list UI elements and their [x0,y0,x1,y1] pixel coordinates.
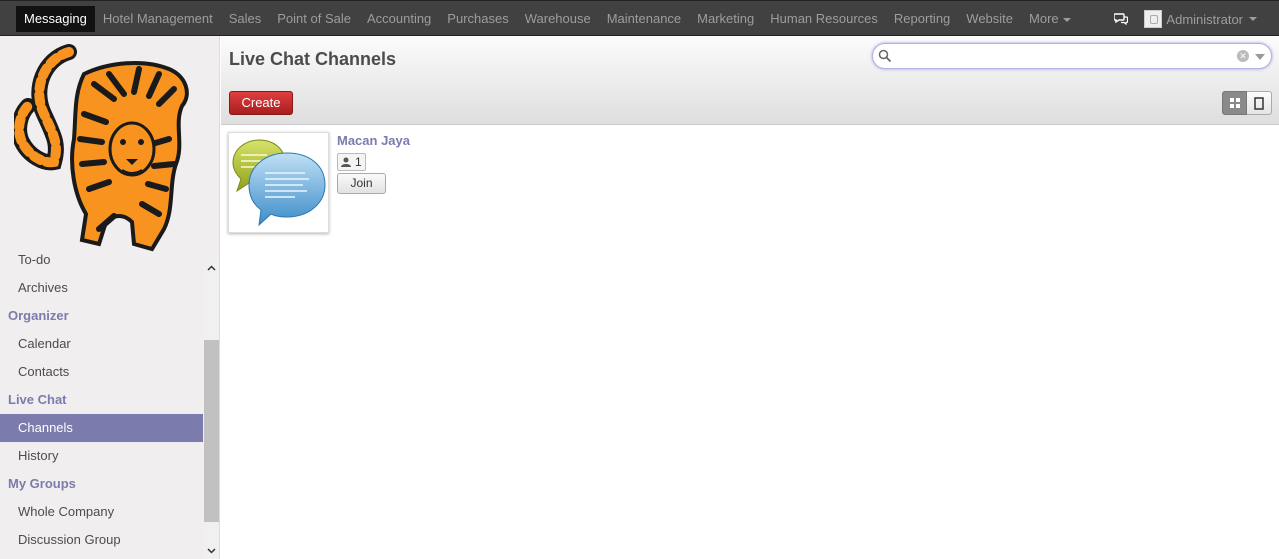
search-box[interactable]: ✕ [872,43,1272,69]
menu-item-messaging[interactable]: Messaging [16,6,95,32]
chat-bubbles-icon[interactable] [1108,6,1134,32]
sidebar-heading-live-chat: Live Chat [8,392,67,407]
top-navbar: Messaging Hotel Management Sales Point o… [0,0,1279,36]
page-title: Live Chat Channels [229,49,397,69]
menu-item-warehouse[interactable]: Warehouse [517,6,599,32]
kanban-view-button[interactable] [1222,91,1247,115]
sidebar-heading-my-groups: My Groups [8,476,76,491]
menu-item-accounting[interactable]: Accounting [359,6,439,32]
topbar-right: Administrator [1108,6,1257,32]
chat-channel-icon [232,139,326,227]
sidebar-heading-organizer: Organizer [8,308,69,323]
menu-item-website[interactable]: Website [958,6,1021,32]
sidebar-nav: To-do Archives Organizer Calendar Contac… [0,250,203,554]
sidebar-item-contacts[interactable]: Contacts [0,358,203,386]
more-label: More [1029,11,1059,26]
menu-item-hotel-management[interactable]: Hotel Management [95,6,221,32]
company-logo [14,44,189,252]
sidebar-item-calendar[interactable]: Calendar [0,330,203,358]
sidebar: To-do Archives Organizer Calendar Contac… [0,36,220,559]
avatar [1144,10,1163,28]
caret-down-icon [1062,17,1071,22]
channel-name[interactable]: Macan Jaya [337,133,410,148]
menu-item-point-of-sale[interactable]: Point of Sale [269,6,359,32]
menu-item-purchases[interactable]: Purchases [439,6,516,32]
form-view-button[interactable] [1247,91,1272,115]
sidebar-item-discussion-group[interactable]: Discussion Group [0,526,203,554]
main-menu: Messaging Hotel Management Sales Point o… [16,6,1079,32]
create-button[interactable]: Create [229,91,293,115]
user-name: Administrator [1166,11,1243,27]
search-options-caret-icon[interactable] [1255,54,1265,60]
member-count-badge: 1 [337,153,366,171]
sidebar-item-channels[interactable]: Channels [0,414,203,442]
menu-item-reporting[interactable]: Reporting [886,6,958,32]
menu-item-more[interactable]: More [1021,6,1079,32]
search-input[interactable] [893,47,1233,65]
clear-search-icon[interactable]: ✕ [1237,50,1249,62]
sidebar-item-todo[interactable]: To-do [0,250,203,274]
form-view-icon [1254,96,1264,110]
menu-item-sales[interactable]: Sales [221,6,270,32]
scroll-up-icon[interactable] [204,261,219,275]
member-count: 1 [355,155,362,169]
control-panel: Live Chat Channels ✕ Create [221,36,1279,125]
user-icon [341,157,351,167]
channel-image[interactable] [228,132,329,233]
menu-item-marketing[interactable]: Marketing [689,6,762,32]
sidebar-scrollbar-thumb[interactable] [204,340,219,522]
sidebar-item-history[interactable]: History [0,442,203,470]
caret-down-icon [1249,17,1257,21]
menu-item-human-resources[interactable]: Human Resources [762,6,886,32]
sidebar-item-archives[interactable]: Archives [0,274,203,302]
kanban-content: Macan Jaya 1 Join [221,125,1279,559]
search-icon [878,49,892,63]
menu-item-maintenance[interactable]: Maintenance [599,6,689,32]
sidebar-item-whole-company[interactable]: Whole Company [0,498,203,526]
view-switcher [1222,91,1272,115]
scroll-down-icon[interactable] [204,544,219,558]
user-menu[interactable]: Administrator [1144,10,1257,28]
kanban-grid-icon [1229,98,1240,108]
join-button[interactable]: Join [337,173,386,194]
